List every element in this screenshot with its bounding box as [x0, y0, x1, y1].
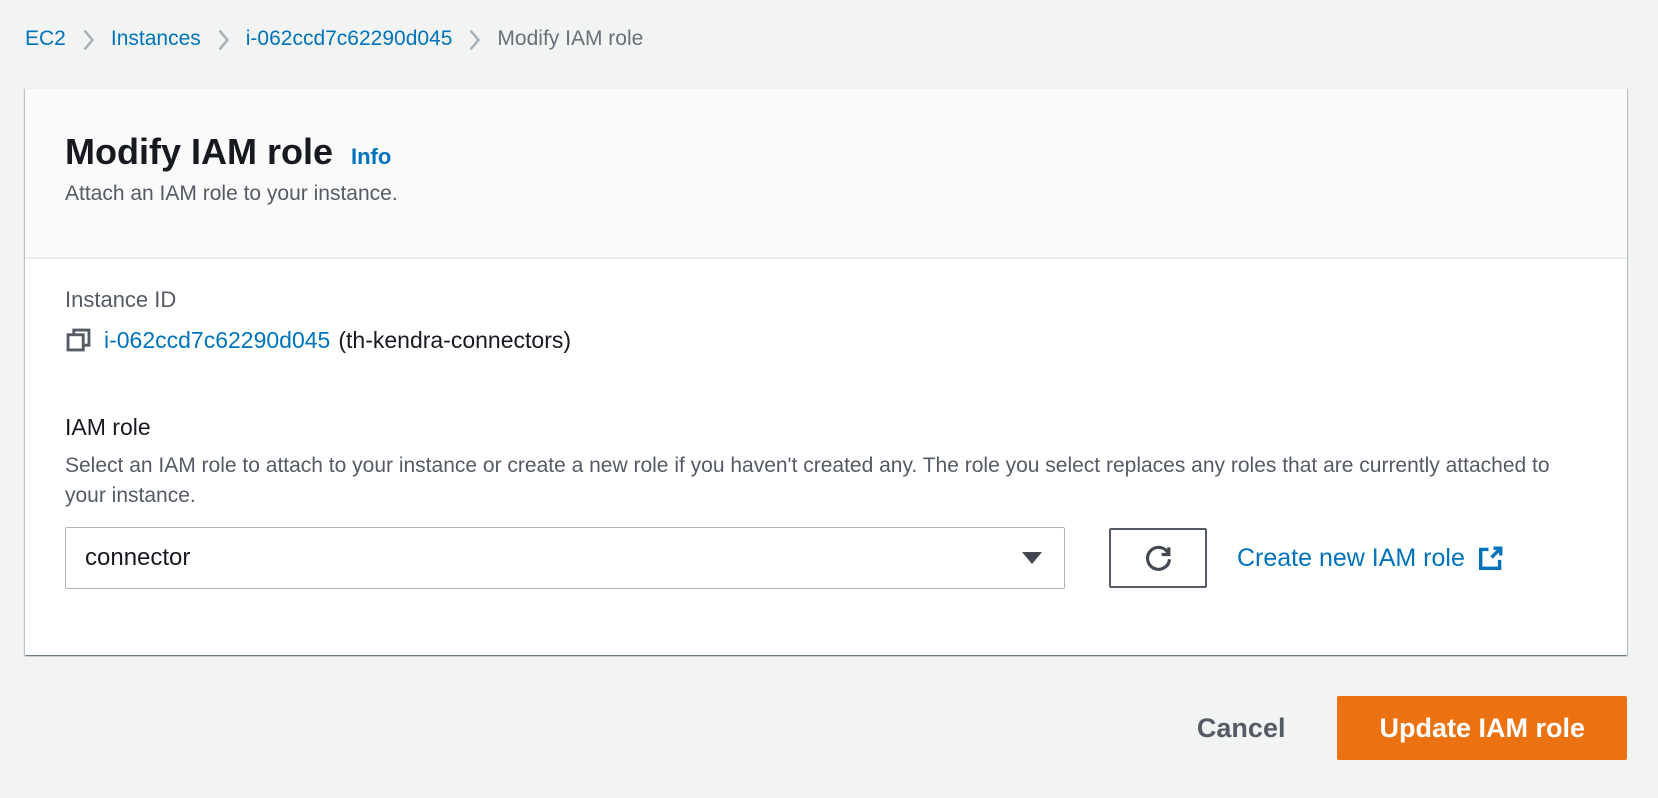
breadcrumb: EC2 Instances i-062ccd7c62290d045 Modify… [0, 0, 1658, 52]
instance-id-row: i-062ccd7c62290d045 (th-kendra-connector… [65, 325, 1587, 355]
create-new-iam-role-label: Create new IAM role [1237, 543, 1465, 572]
create-new-iam-role-link[interactable]: Create new IAM role [1237, 544, 1504, 573]
page-title: Modify IAM role [65, 131, 333, 172]
update-iam-role-button[interactable]: Update IAM role [1337, 696, 1627, 760]
breadcrumb-separator-icon [217, 27, 230, 51]
refresh-button[interactable] [1109, 528, 1207, 588]
instance-id-label: Instance ID [65, 287, 177, 312]
cancel-button[interactable]: Cancel [1197, 713, 1286, 744]
breadcrumb-separator-icon [82, 27, 95, 51]
breadcrumb-item-instances[interactable]: Instances [111, 26, 201, 52]
breadcrumb-item-current: Modify IAM role [497, 27, 644, 50]
iam-role-description: Select an IAM role to attach to your ins… [65, 454, 1550, 507]
panel-header: Modify IAM role Info Attach an IAM role … [25, 89, 1627, 259]
modify-iam-role-panel: Modify IAM role Info Attach an IAM role … [25, 88, 1627, 655]
instance-name: (th-kendra-connectors) [338, 327, 572, 353]
iam-role-select-row: connector Create new IAM role [65, 527, 1587, 589]
iam-role-label: IAM role [65, 414, 151, 440]
breadcrumb-item-instance-id[interactable]: i-062ccd7c62290d045 [246, 26, 453, 52]
breadcrumb-separator-icon [468, 27, 481, 51]
instance-id-link[interactable]: i-062ccd7c62290d045 [104, 325, 330, 355]
refresh-icon [1142, 542, 1175, 575]
footer-actions: Cancel Update IAM role [0, 696, 1658, 760]
breadcrumb-item-ec2[interactable]: EC2 [25, 26, 66, 52]
external-link-icon [1477, 545, 1504, 572]
iam-role-selected-value: connector [85, 544, 191, 571]
panel-content: Instance ID i-062ccd7c62290d045 (th-kend… [25, 259, 1627, 655]
copy-icon[interactable] [65, 327, 92, 354]
iam-role-select[interactable]: connector [65, 527, 1065, 589]
info-link[interactable]: Info [351, 144, 391, 170]
chevron-down-caret-icon [1022, 552, 1042, 564]
panel-subtitle: Attach an IAM role to your instance. [65, 182, 398, 205]
